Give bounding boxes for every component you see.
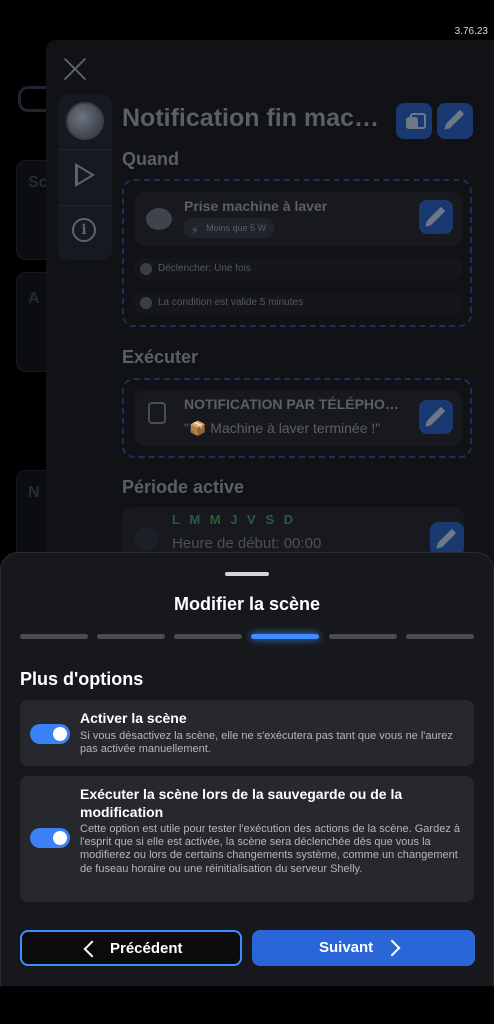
option-description: Cette option est utile pour tester l'exé… [80, 823, 460, 875]
trigger-title: Prise machine à laver [184, 198, 328, 214]
pencil-icon [437, 528, 457, 548]
next-button[interactable]: Suivant [252, 930, 475, 966]
previous-button[interactable]: Précédent [20, 930, 242, 966]
active-period-label: Période active [122, 477, 245, 497]
toggle-knob [53, 831, 67, 845]
step-indicator-3 [174, 634, 242, 639]
pencil-icon [426, 206, 446, 226]
phone-notification-icon [148, 402, 166, 424]
duration-pill[interactable]: La condition est valide 5 minutes [134, 292, 462, 314]
edit-trigger-button[interactable] [419, 200, 453, 234]
play-small-icon [140, 263, 152, 275]
bolt-icon: ⚡ [191, 225, 199, 237]
pencil-icon [445, 109, 465, 129]
step-indicator-4 [251, 634, 319, 639]
toggle-knob [53, 727, 67, 741]
action-title: NOTIFICATION PAR TÉLÉPHONE [184, 396, 404, 412]
run-on-save-toggle[interactable] [30, 828, 70, 848]
when-label: Quand [122, 149, 179, 169]
step-indicator-1 [20, 634, 88, 639]
calendar-icon [134, 527, 158, 551]
chevron-left-icon [83, 940, 101, 958]
trigger-condition-text: Moins que 5 W [206, 223, 267, 233]
action-card[interactable]: NOTIFICATION PAR TÉLÉPHONE "📦 Machine à … [134, 390, 462, 446]
option-run-on-save: Exécuter la scène lors de la sauvegarde … [20, 776, 474, 902]
option-title: Activer la scène [80, 710, 187, 726]
chevron-right-icon [383, 939, 401, 957]
weekdays: L M M J V S D [172, 512, 296, 527]
scene-title: Notification fin machine à laver [122, 104, 384, 132]
edit-period-button[interactable] [430, 522, 464, 556]
edit-title-button[interactable] [437, 103, 473, 139]
scene-image-icon [66, 102, 104, 140]
underlying-text: A [28, 290, 40, 307]
duplicate-button[interactable] [396, 103, 432, 139]
step-indicator-6 [406, 634, 474, 639]
start-time: Heure de début: 00:00 [172, 535, 322, 552]
option-description: Si vous désactivez la scène, elle ne s'e… [80, 730, 453, 756]
edit-scene-sheet [0, 552, 494, 986]
info-icon[interactable]: i [72, 218, 96, 242]
activate-scene-toggle[interactable] [30, 724, 70, 744]
timer-icon [140, 297, 152, 309]
step-progress [20, 634, 475, 640]
trigger-condition-chip: ⚡ Moins que 5 W [184, 218, 275, 238]
step-indicator-5 [329, 634, 397, 639]
plug-icon [146, 208, 172, 230]
option-title: Exécuter la scène lors de la sauvegarde … [80, 786, 403, 820]
edit-action-button[interactable] [419, 400, 453, 434]
background-screen: Sc A N i Notification fin machine à lave… [0, 0, 494, 580]
underlying-text: Sc [28, 174, 48, 191]
close-icon[interactable] [62, 56, 88, 82]
more-options-heading: Plus d'options [20, 669, 144, 689]
next-label: Suivant [319, 939, 374, 956]
option-activate-scene: Activer la scène Si vous désactivez la s… [20, 700, 474, 766]
underlying-text: N [28, 484, 40, 501]
trigger-card[interactable]: Prise machine à laver ⚡ Moins que 5 W [134, 192, 462, 246]
trigger-mode-text: Déclencher: Une fois [158, 263, 251, 274]
previous-label: Précédent [110, 940, 183, 957]
action-message: "📦 Machine à laver terminée !" [184, 420, 381, 436]
sheet-title: Modifier la scène [173, 594, 321, 614]
play-icon[interactable] [75, 163, 95, 187]
copy-icon [406, 113, 426, 129]
pencil-icon [426, 406, 446, 426]
scene-thumbnail-tab[interactable] [58, 94, 112, 150]
trigger-mode-pill[interactable]: Déclencher: Une fois [134, 258, 462, 280]
step-indicator-2 [97, 634, 165, 639]
sheet-drag-handle[interactable] [225, 572, 269, 576]
duration-text: La condition est valide 5 minutes [158, 297, 304, 308]
execute-label: Exécuter [122, 347, 199, 367]
